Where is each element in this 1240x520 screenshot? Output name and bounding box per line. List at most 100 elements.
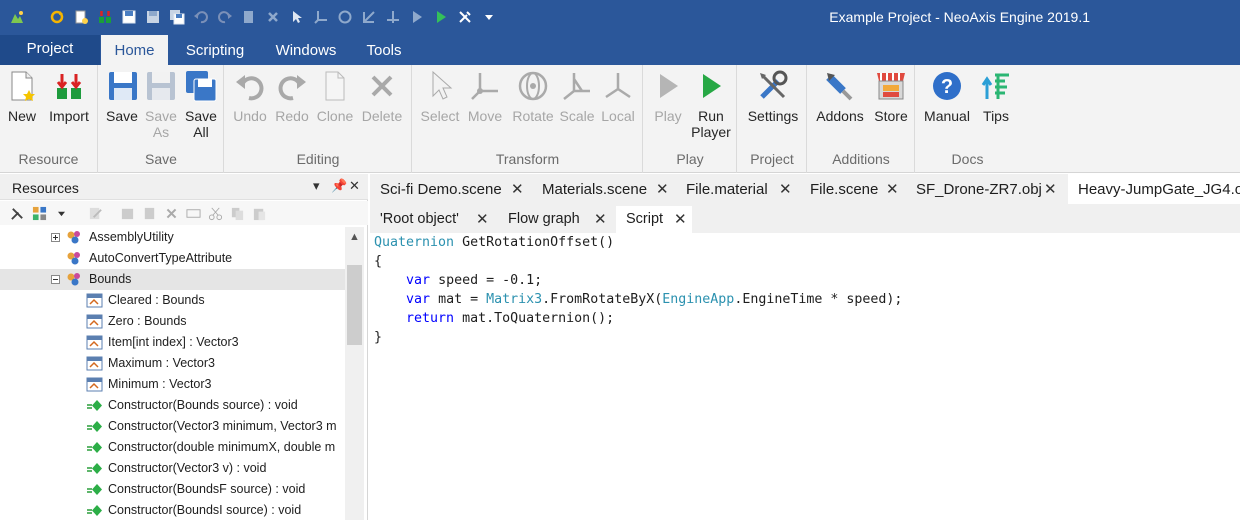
save-as-button[interactable]: Save As xyxy=(143,68,179,140)
cut-icon[interactable] xyxy=(206,204,224,222)
expand-icon[interactable] xyxy=(51,233,60,242)
tree-item[interactable]: AssemblyUtility xyxy=(0,227,345,248)
add-shapes-icon[interactable] xyxy=(30,204,48,222)
tab-tools[interactable]: Tools xyxy=(352,35,416,65)
redo-button[interactable]: Redo xyxy=(273,68,311,124)
new-resource-icon[interactable] xyxy=(70,6,92,28)
play-icon[interactable] xyxy=(406,6,428,28)
tree-item[interactable]: Constructor(double minimumX, double m xyxy=(0,437,345,458)
save-as-icon[interactable] xyxy=(142,6,164,28)
rotate-icon[interactable] xyxy=(334,6,356,28)
tree-item[interactable]: Constructor(BoundsF source) : void xyxy=(0,479,345,500)
paste-icon[interactable] xyxy=(250,204,268,222)
local-button[interactable]: Local xyxy=(597,68,639,124)
select-button[interactable]: Select xyxy=(417,68,463,124)
scale-button[interactable]: Scale xyxy=(557,68,597,124)
settings-button[interactable]: Settings xyxy=(742,68,804,124)
save-button[interactable]: Save xyxy=(105,68,139,124)
copy-icon[interactable] xyxy=(228,204,246,222)
tree-item[interactable]: Constructor(Vector3 minimum, Vector3 m xyxy=(0,416,345,437)
select-icon[interactable] xyxy=(286,6,308,28)
delete-icon[interactable] xyxy=(262,6,284,28)
tab-project[interactable]: Project xyxy=(0,35,100,65)
close-tab-icon[interactable]: ✕ xyxy=(656,174,669,206)
new-folder-icon[interactable] xyxy=(118,204,136,222)
code-editor[interactable]: Quaternion GetRotationOffset() { var spe… xyxy=(370,233,1240,520)
undo-button[interactable]: Undo xyxy=(231,68,269,124)
doc-tab-4[interactable]: SF_Drone-ZR7.obj ✕ xyxy=(906,174,1066,204)
tab-home[interactable]: Home xyxy=(101,35,168,65)
tree-item[interactable]: Bounds xyxy=(0,269,345,290)
undo-icon[interactable] xyxy=(190,6,212,28)
tree-item[interactable]: AutoConvertTypeAttribute xyxy=(0,248,345,269)
tree-item[interactable]: Minimum : Vector3 xyxy=(0,374,345,395)
close-tab-icon[interactable]: ✕ xyxy=(511,174,524,206)
app-icon[interactable] xyxy=(6,6,28,28)
tips-button[interactable]: Tips xyxy=(976,68,1016,124)
scroll-thumb[interactable] xyxy=(347,265,362,345)
doc-tab-0[interactable]: Sci-fi Demo.scene ✕ xyxy=(370,174,530,204)
tree-item[interactable]: Zero : Bounds xyxy=(0,311,345,332)
move-icon[interactable] xyxy=(310,6,332,28)
group-label-resource: Resource xyxy=(18,151,79,167)
save-all-button[interactable]: Save All xyxy=(183,68,219,140)
scroll-up-icon[interactable]: ▲ xyxy=(349,231,360,243)
redo-icon[interactable] xyxy=(214,6,236,28)
code-text[interactable]: Quaternion GetRotationOffset() { var spe… xyxy=(374,233,902,347)
settings-small-icon[interactable] xyxy=(8,204,26,222)
tree-item[interactable]: Maximum : Vector3 xyxy=(0,353,345,374)
play-button[interactable]: Play xyxy=(648,68,688,124)
edit-icon[interactable] xyxy=(86,204,104,222)
close-tab-icon[interactable]: ✕ xyxy=(594,206,607,233)
tree-item[interactable]: Constructor(BoundsI source) : void xyxy=(0,500,345,520)
save-all-icon[interactable] xyxy=(166,6,188,28)
doc-tab-2[interactable]: File.material ✕ xyxy=(676,174,798,204)
doc-tab-1[interactable]: Materials.scene ✕ xyxy=(532,174,674,204)
rename-icon[interactable] xyxy=(184,204,202,222)
tree-item[interactable]: Constructor(Bounds source) : void xyxy=(0,395,345,416)
new-item-icon[interactable] xyxy=(140,204,158,222)
close-tab-icon[interactable]: ✕ xyxy=(1044,174,1057,206)
save-icon[interactable] xyxy=(118,6,140,28)
tab-scripting[interactable]: Scripting xyxy=(170,35,260,65)
doc-tab-5-active[interactable]: Heavy-JumpGate_JG4.obj xyxy=(1068,174,1240,204)
move-button[interactable]: Move xyxy=(463,68,507,124)
import-icon[interactable] xyxy=(94,6,116,28)
clone-icon[interactable] xyxy=(238,6,260,28)
subtab-script-active[interactable]: Script ✕ xyxy=(616,206,692,233)
manual-button[interactable]: ? Manual xyxy=(920,68,974,124)
dropdown-small-icon[interactable] xyxy=(52,204,70,222)
addons-button[interactable]: Addons xyxy=(812,68,868,124)
store-button[interactable]: Store xyxy=(870,68,912,124)
scale-icon[interactable] xyxy=(358,6,380,28)
panel-dropdown-icon[interactable]: ▾ xyxy=(313,178,320,194)
tree-item[interactable]: Item[int index] : Vector3 xyxy=(0,332,345,353)
settings-icon[interactable] xyxy=(454,6,476,28)
subtab-flow-graph[interactable]: Flow graph ✕ xyxy=(498,206,612,233)
dropdown-arrow-icon[interactable] xyxy=(478,6,500,28)
doc-tab-3[interactable]: File.scene ✕ xyxy=(800,174,904,204)
new-button[interactable]: New xyxy=(4,68,40,124)
run-player-button[interactable]: Run Player xyxy=(688,68,734,140)
close-tab-icon[interactable]: ✕ xyxy=(779,174,792,206)
close-tab-icon[interactable]: ✕ xyxy=(886,174,899,206)
tab-windows[interactable]: Windows xyxy=(262,35,350,65)
pin-icon[interactable]: 📌 xyxy=(331,178,347,194)
subtab-root-object[interactable]: 'Root object' ✕ xyxy=(370,206,494,233)
close-panel-icon[interactable]: ✕ xyxy=(349,178,360,194)
collapse-icon[interactable] xyxy=(51,275,60,284)
subtab-label: Script xyxy=(626,211,664,227)
refresh-icon[interactable] xyxy=(46,6,68,28)
local-icon[interactable] xyxy=(382,6,404,28)
tree-item[interactable]: Cleared : Bounds xyxy=(0,290,345,311)
close-tab-icon[interactable]: ✕ xyxy=(476,206,489,233)
import-button[interactable]: Import xyxy=(44,68,94,124)
close-tab-icon[interactable]: ✕ xyxy=(674,206,687,233)
tree-item[interactable]: Constructor(Vector3 v) : void xyxy=(0,458,345,479)
delete-small-icon[interactable] xyxy=(162,204,180,222)
delete-button[interactable]: Delete xyxy=(359,68,405,124)
run-player-icon[interactable] xyxy=(430,6,452,28)
tree-scrollbar[interactable]: ▲ xyxy=(345,227,364,520)
clone-button[interactable]: Clone xyxy=(315,68,355,124)
rotate-button[interactable]: Rotate xyxy=(509,68,557,124)
